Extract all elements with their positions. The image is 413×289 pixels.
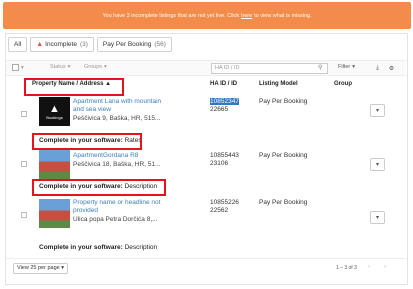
id-value: 22665 (210, 106, 229, 113)
tab-incomplete[interactable]: ▲ Incomplete (3) (30, 37, 94, 52)
search-input[interactable]: HA ID / ID (211, 63, 328, 74)
complete-value: Description (124, 244, 158, 251)
gear-icon[interactable]: ⚙ (386, 63, 397, 74)
filter-dropdown[interactable]: Filter ▾ (338, 64, 355, 70)
chevron-down-icon: ▾ (375, 108, 379, 114)
tab-all-label: All (14, 41, 22, 48)
property-name-link[interactable]: ApartmentGordana R8 (73, 152, 166, 160)
status-dropdown[interactable]: Status ▾ (50, 64, 70, 70)
property-address: Ulica popa Petra Dorčića 8,... (73, 216, 158, 223)
banner-text-end: to view what is missing. (254, 12, 312, 19)
ha-id-value: 10855443 (210, 152, 239, 159)
tab-ppb-count: (56) (154, 41, 166, 48)
property-name-link[interactable]: Property name or headline not provided (73, 199, 166, 215)
col-group: Group (334, 81, 352, 87)
highlight-box (32, 179, 166, 196)
next-page-icon[interactable]: › (384, 264, 386, 270)
listing-model: Pay Per Booking (259, 199, 308, 206)
filter-label: Filter (338, 64, 351, 70)
col-haid: HA ID / ID (210, 81, 238, 87)
status-label: Status (50, 64, 66, 70)
ha-id: 10855443 23106 (210, 152, 239, 168)
property-thumbnail: ▲ Bookings (39, 97, 70, 126)
thumb-caption: Bookings (46, 115, 63, 120)
page-size-select[interactable]: View 25 per page ▾ (13, 263, 69, 274)
row-actions-button[interactable]: ▾ (370, 211, 385, 224)
row-actions-button[interactable]: ▾ (370, 158, 385, 171)
id-value: 22562 (210, 207, 229, 214)
download-icon[interactable]: ⤓ (372, 63, 383, 74)
select-all-checkbox[interactable] (12, 64, 19, 71)
id-value: 23106 (210, 160, 229, 167)
chevron-down-icon: ▾ (61, 265, 65, 271)
incomplete-listings-banner: You have 3 incomplete listings that are … (3, 2, 411, 29)
complete-label: Complete in your software: (39, 244, 123, 251)
listing-tabs: All ▲ Incomplete (3) Pay Per Booking (56… (8, 37, 172, 53)
row-checkbox[interactable] (21, 111, 27, 117)
tab-all[interactable]: All (8, 37, 28, 52)
listing-model: Pay Per Booking (259, 152, 308, 159)
chevron-down-icon: ▾ (352, 64, 355, 70)
banner-here-link[interactable]: here (241, 13, 252, 19)
row-actions-button[interactable]: ▾ (370, 104, 385, 117)
page-info: 1 – 3 of 3 (336, 265, 357, 271)
select-all-dropdown[interactable]: ▾ (12, 64, 24, 71)
row-checkbox[interactable] (21, 212, 27, 218)
chevron-down-icon: ▾ (375, 162, 379, 168)
ha-id: 10855226 22562 (210, 199, 239, 215)
toolbar: ▾ Status ▾ Groups ▾ HA ID / ID ⚲ Filter … (6, 60, 406, 76)
chevron-down-icon: ▾ (104, 64, 107, 70)
table-row: Property name or headline not provided U… (6, 198, 406, 251)
row-checkbox[interactable] (21, 161, 27, 167)
table-footer: View 25 per page ▾ 1 – 3 of 3 ‹ › (6, 258, 406, 278)
warning-icon: ▲ (36, 41, 44, 48)
tab-incomplete-count: (3) (79, 41, 88, 48)
groups-dropdown[interactable]: Groups ▾ (84, 64, 107, 70)
chevron-down-icon: ▾ (67, 64, 71, 70)
chevron-down-icon: ▾ (375, 215, 379, 221)
tab-pay-per-booking[interactable]: Pay Per Booking (56) (96, 37, 172, 52)
complete-in-software: Complete in your software: Description (39, 244, 157, 251)
tab-ppb-label: Pay Per Booking (102, 41, 152, 48)
listing-model: Pay Per Booking (259, 98, 308, 105)
image-icon: ▲ (49, 103, 60, 115)
col-model: Listing Model (259, 81, 298, 87)
prev-page-icon[interactable]: ‹ (368, 264, 370, 270)
property-thumbnail (39, 150, 70, 179)
banner-text: You have 3 incomplete listings that are … (102, 12, 240, 19)
ha-id: 10852347 22665 (210, 98, 239, 114)
property-address: Peščivica 9, Baška, HR, 515... (73, 115, 161, 122)
chevron-down-icon: ▾ (21, 64, 24, 71)
property-address: Peščivica 18, Baška, HR, 51... (73, 161, 161, 168)
ha-id-value: 10852347 (210, 98, 239, 105)
highlight-box (24, 78, 124, 96)
ha-id-value: 10855226 (210, 199, 239, 206)
property-thumbnail (39, 199, 70, 228)
tab-incomplete-label: Incomplete (45, 41, 77, 48)
page-size-label: View 25 per page (17, 265, 60, 271)
highlight-box (32, 133, 142, 150)
search-icon[interactable]: ⚲ (318, 64, 322, 71)
groups-label: Groups (84, 64, 103, 70)
property-name-link[interactable]: Apartment Lana with mountain and sea vie… (73, 98, 166, 114)
